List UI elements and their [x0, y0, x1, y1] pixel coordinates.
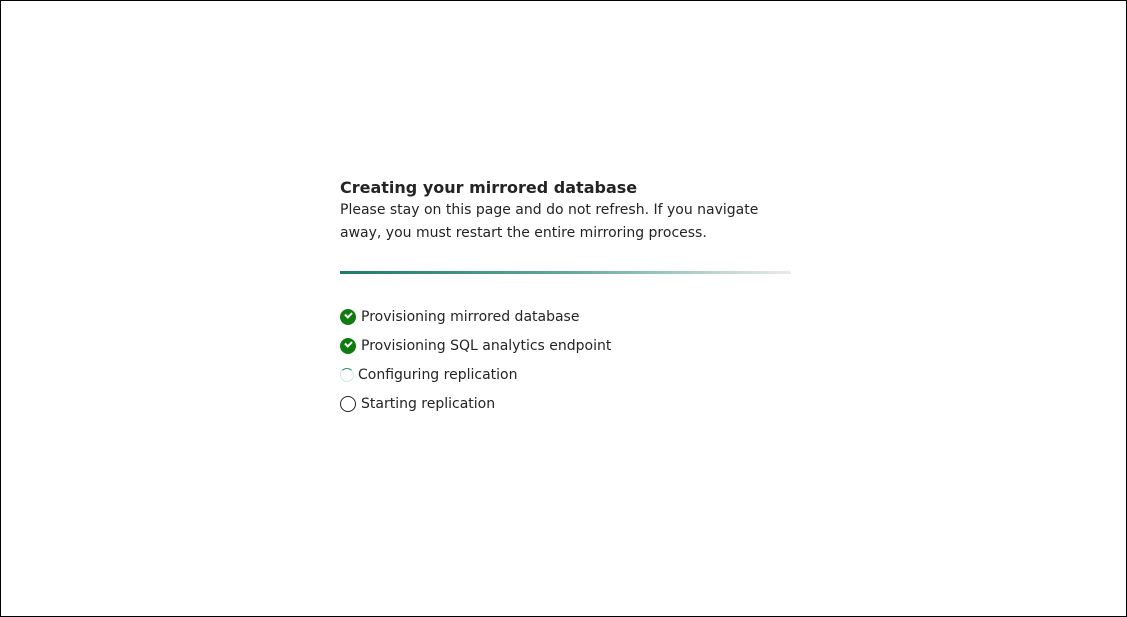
mirroring-progress-panel: Creating your mirrored database Please s… [340, 177, 792, 418]
warning-message: Please stay on this page and do not refr… [340, 202, 759, 241]
step-starting-replication: Starting replication [340, 389, 792, 418]
step-label: Starting replication [361, 395, 496, 412]
step-list: Provisioning mirrored database Provision… [340, 302, 792, 418]
spinner-icon [340, 367, 354, 382]
step-label: Configuring replication [358, 366, 518, 383]
checkmark-circle-icon [340, 337, 356, 354]
step-provisioning-sql-analytics-endpoint: Provisioning SQL analytics endpoint [340, 331, 792, 360]
window-frame: Creating your mirrored database Please s… [0, 0, 1127, 617]
step-label: Provisioning SQL analytics endpoint [361, 337, 612, 354]
empty-circle-icon [340, 395, 356, 412]
progress-bar-fill [340, 271, 791, 274]
page-title: Creating your mirrored database [340, 178, 638, 197]
step-provisioning-mirrored-database: Provisioning mirrored database [340, 302, 792, 331]
checkmark-circle-icon [340, 308, 356, 325]
step-label: Provisioning mirrored database [361, 308, 580, 325]
step-configuring-replication: Configuring replication [340, 360, 792, 389]
progress-bar [340, 271, 791, 274]
